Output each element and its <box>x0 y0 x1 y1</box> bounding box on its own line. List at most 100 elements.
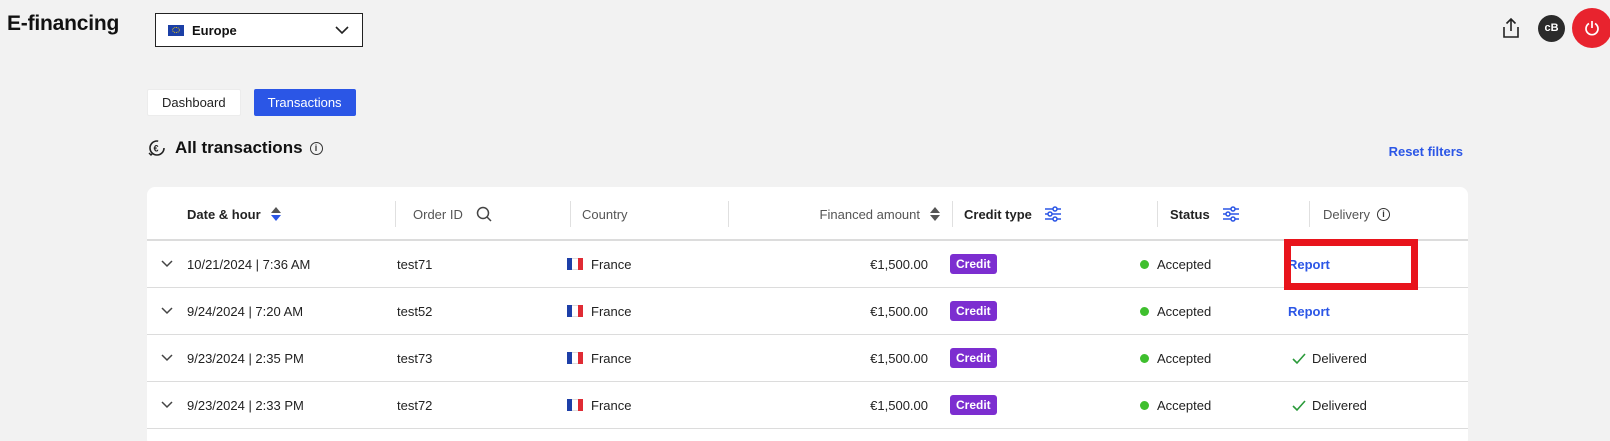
section-header: € All transactions i <box>147 138 323 158</box>
delivery-cell: Delivered <box>1291 335 1367 381</box>
region-label: Europe <box>192 22 237 38</box>
column-status: Status <box>1157 187 1240 241</box>
country-cell: France <box>567 241 631 287</box>
status-cell: Accepted <box>1140 382 1211 428</box>
date-cell: 10/21/2024 | 7:36 AM <box>187 256 311 272</box>
amount-cell: €1,500.00 <box>870 350 928 366</box>
credit-type-cell: Credit <box>950 335 997 381</box>
status-label: Accepted <box>1157 350 1212 366</box>
credit-badge: Credit <box>950 254 997 274</box>
amount-cell: €1,500.00 <box>870 397 928 413</box>
status-dot-icon <box>1140 400 1149 410</box>
date-cell: 9/23/2024 | 2:33 PM <box>187 397 304 413</box>
share-icon <box>1503 17 1519 38</box>
france-flag-icon <box>567 399 583 411</box>
filter-icon[interactable] <box>1222 205 1240 223</box>
share-button[interactable] <box>1497 14 1525 42</box>
credit-type-cell: Credit <box>950 288 997 334</box>
country-label: France <box>591 350 632 366</box>
column-date-label: Date & hour <box>187 206 261 222</box>
column-amount[interactable]: Financed amount <box>728 187 940 241</box>
tab-dashboard[interactable]: Dashboard <box>147 89 241 116</box>
column-credit-label: Credit type <box>964 206 1032 222</box>
table-row[interactable]: 10/21/2024 | 7:36 AM test71 France €1,50… <box>147 241 1468 288</box>
country-cell: France <box>567 335 631 381</box>
status-label: Accepted <box>1157 256 1212 272</box>
power-icon <box>1585 21 1599 36</box>
delivery-status: Delivered <box>1312 397 1367 413</box>
header-actions: cB <box>1497 8 1610 48</box>
order-id-cell: test52 <box>397 303 433 319</box>
chevron-down-icon <box>335 26 349 35</box>
euro-exchange-icon: € <box>148 140 165 156</box>
column-order: Order ID <box>395 187 493 241</box>
country-label: France <box>591 303 632 319</box>
status-cell: Accepted <box>1140 241 1211 287</box>
credit-type-cell: Credit <box>950 241 997 287</box>
table-body: 10/21/2024 | 7:36 AM test71 France €1,50… <box>147 241 1468 429</box>
status-cell: Accepted <box>1140 335 1211 381</box>
delivery-cell: Delivered <box>1291 382 1367 428</box>
check-icon <box>1292 399 1306 411</box>
order-id-cell: test72 <box>397 397 433 413</box>
france-flag-icon <box>567 352 583 364</box>
column-credit: Credit type <box>952 187 1062 241</box>
tabs: Dashboard Transactions <box>147 89 356 116</box>
date-cell: 9/23/2024 | 2:35 PM <box>187 350 304 366</box>
france-flag-icon <box>567 305 583 317</box>
credit-type-cell: Credit <box>950 382 997 428</box>
eu-flag-icon <box>168 24 184 36</box>
column-status-label: Status <box>1170 206 1210 222</box>
france-flag-icon <box>567 258 583 270</box>
country-label: France <box>591 256 632 272</box>
credit-badge: Credit <box>950 348 997 368</box>
sort-icon[interactable] <box>270 207 281 221</box>
delivery-status: Delivered <box>1312 350 1367 366</box>
table-row[interactable]: 9/23/2024 | 2:35 PM test73 France €1,500… <box>147 335 1468 382</box>
status-cell: Accepted <box>1140 288 1211 334</box>
region-select[interactable]: Europe <box>155 13 363 47</box>
table-header: Date & hour Order ID Country Financed am… <box>147 187 1468 241</box>
column-date[interactable]: Date & hour <box>187 187 281 241</box>
status-label: Accepted <box>1157 303 1212 319</box>
svg-text:€: € <box>154 144 159 154</box>
page-title: All transactions <box>175 138 303 157</box>
status-dot-icon <box>1140 353 1149 363</box>
country-label: France <box>591 397 632 413</box>
chevron-down-icon[interactable] <box>160 257 174 271</box>
column-country-label: Country <box>582 206 628 222</box>
table-row[interactable]: 9/23/2024 | 2:33 PM test72 France €1,500… <box>147 382 1468 429</box>
delivery-cell: Report <box>1288 288 1330 334</box>
status-label: Accepted <box>1157 397 1212 413</box>
sort-icon[interactable] <box>930 207 940 221</box>
column-amount-label: Financed amount <box>819 206 920 222</box>
chevron-down-icon[interactable] <box>160 351 174 365</box>
column-country: Country <box>570 187 628 241</box>
info-icon[interactable]: i <box>1376 207 1390 221</box>
power-button[interactable] <box>1572 8 1610 48</box>
column-delivery: Delivery i <box>1309 187 1390 241</box>
check-icon <box>1292 352 1306 364</box>
avatar[interactable]: cB <box>1538 14 1565 42</box>
search-icon[interactable] <box>475 205 493 223</box>
table-row[interactable]: 9/24/2024 | 7:20 AM test52 France €1,500… <box>147 288 1468 335</box>
transactions-table: Date & hour Order ID Country Financed am… <box>147 187 1468 441</box>
column-order-label: Order ID <box>413 206 463 222</box>
credit-badge: Credit <box>950 395 997 415</box>
credit-badge: Credit <box>950 301 997 321</box>
order-id-cell: test73 <box>397 350 433 366</box>
amount-cell: €1,500.00 <box>870 256 928 272</box>
amount-cell: €1,500.00 <box>870 303 928 319</box>
chevron-down-icon[interactable] <box>160 304 174 318</box>
app-title: E-financing <box>7 12 120 35</box>
filter-icon[interactable] <box>1044 205 1062 223</box>
country-cell: France <box>567 382 631 428</box>
chevron-down-icon[interactable] <box>160 398 174 412</box>
tab-transactions[interactable]: Transactions <box>253 89 356 116</box>
reset-filters-link[interactable]: Reset filters <box>1389 144 1463 159</box>
highlight-annotation <box>1284 239 1418 290</box>
report-link[interactable]: Report <box>1288 304 1330 319</box>
info-icon[interactable]: i <box>309 141 323 155</box>
date-cell: 9/24/2024 | 7:20 AM <box>187 303 304 319</box>
status-dot-icon <box>1140 259 1149 269</box>
